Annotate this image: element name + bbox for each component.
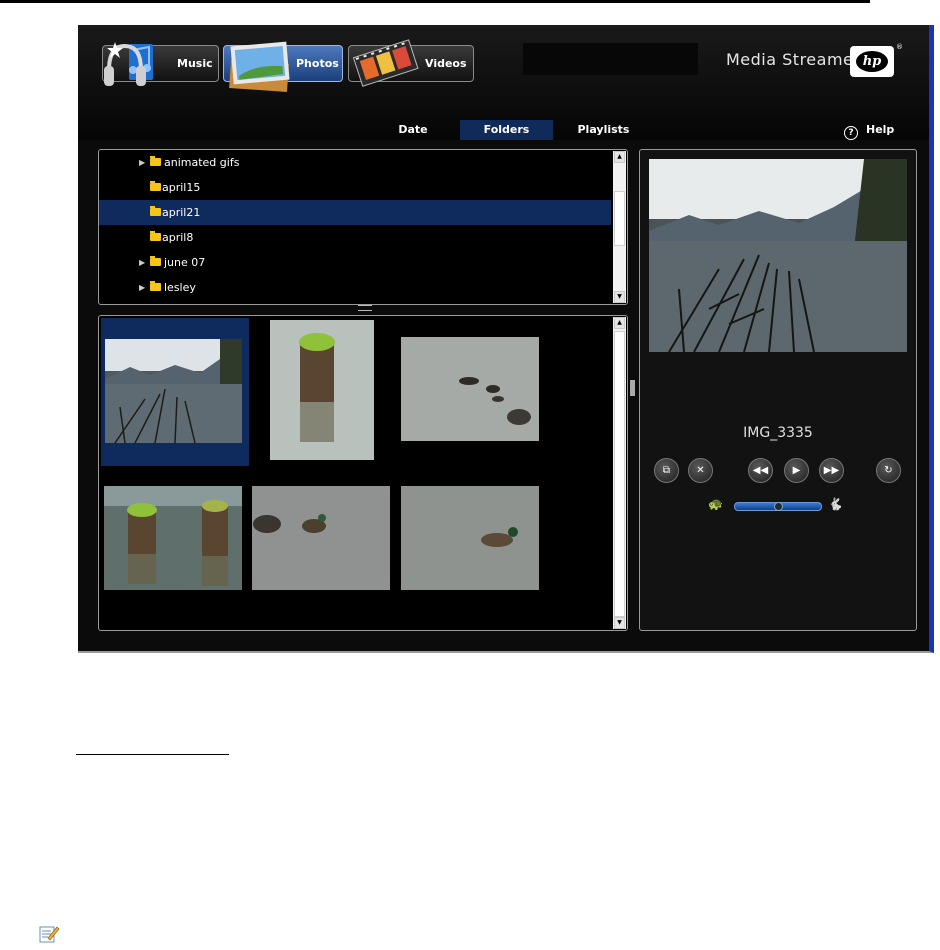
folder-name: june 07 bbox=[164, 256, 206, 269]
folder-row[interactable]: ▶ animated gifs bbox=[99, 150, 611, 175]
folder-name: lesley bbox=[164, 281, 196, 294]
mallard-photo bbox=[401, 486, 539, 590]
folder-row-selected[interactable]: april21 bbox=[99, 200, 611, 225]
fullscreen-button[interactable]: ✕ bbox=[688, 458, 713, 483]
folder-row[interactable]: ▶ june 07 bbox=[99, 250, 611, 275]
tab-photos-label: Photos bbox=[296, 57, 339, 70]
note-icon bbox=[39, 926, 60, 943]
photo-thumbnail[interactable] bbox=[104, 486, 242, 590]
folder-row[interactable]: april8 bbox=[99, 225, 611, 250]
photo-thumbnail[interactable] bbox=[252, 486, 390, 590]
preview-image bbox=[649, 159, 907, 352]
app-header: Music Photos Videos Media Streamer hp ® … bbox=[78, 25, 929, 140]
turtle-icon: 🐢 bbox=[708, 497, 723, 511]
ducks-photo bbox=[401, 337, 539, 441]
folder-icon bbox=[150, 156, 161, 166]
photo-thumbnail[interactable] bbox=[401, 337, 539, 441]
slideshow-button[interactable]: ⧉ bbox=[654, 458, 679, 483]
play-button[interactable]: ▶ bbox=[784, 458, 809, 483]
slideshow-icon: ⧉ bbox=[662, 465, 671, 476]
preview-panel bbox=[639, 149, 917, 631]
duck-swimming-photo bbox=[252, 486, 390, 590]
photo-thumbnail[interactable] bbox=[270, 320, 374, 460]
hp-logo-text: hp bbox=[856, 51, 888, 72]
photo-caption: IMG_3335 bbox=[743, 425, 813, 441]
folder-icon bbox=[150, 181, 161, 191]
fullscreen-icon: ✕ bbox=[696, 465, 705, 476]
tab-playlists[interactable]: Playlists bbox=[566, 120, 641, 140]
photo-thumbnail[interactable] bbox=[401, 486, 539, 590]
expand-arrow-icon[interactable]: ▶ bbox=[139, 275, 145, 300]
stump-photo bbox=[270, 320, 374, 460]
scroll-up-icon[interactable]: ▲ bbox=[614, 317, 625, 329]
tab-music-label: Music bbox=[177, 57, 213, 70]
thumbnail-scrollbar[interactable]: ▲ ▼ bbox=[613, 317, 626, 629]
scroll-down-icon[interactable]: ▼ bbox=[614, 617, 625, 629]
pane-resize-grip[interactable] bbox=[630, 380, 635, 396]
tab-folders[interactable]: Folders bbox=[460, 120, 553, 140]
rotate-icon: ↻ bbox=[884, 465, 893, 476]
help-button[interactable]: ? Help bbox=[844, 120, 894, 140]
help-label: Help bbox=[866, 123, 895, 136]
tab-videos[interactable]: Videos bbox=[348, 39, 474, 87]
fast-forward-icon: ▶▶ bbox=[823, 465, 840, 476]
folder-icon bbox=[150, 256, 161, 266]
speed-slider-knob[interactable] bbox=[774, 502, 783, 511]
tab-date[interactable]: Date bbox=[378, 120, 448, 140]
tab-music[interactable]: Music bbox=[102, 42, 219, 86]
registered-mark: ® bbox=[896, 43, 903, 51]
folder-name: animated gifs bbox=[164, 156, 240, 169]
thumbnail-grid-panel: ▲ ▼ bbox=[98, 315, 628, 631]
folder-name: april8 bbox=[162, 231, 194, 244]
photo-thumbnail-selected[interactable] bbox=[101, 318, 249, 466]
folder-tree-panel: ▶ animated gifs april15 april21 april8 ▶… bbox=[98, 149, 628, 305]
folder-row[interactable]: april15 bbox=[99, 175, 611, 200]
scrollbar-thumb[interactable] bbox=[614, 331, 625, 617]
help-icon: ? bbox=[844, 126, 858, 140]
speed-slider[interactable] bbox=[734, 502, 822, 511]
scroll-up-icon[interactable]: ▲ bbox=[614, 151, 625, 163]
rotate-button[interactable]: ↻ bbox=[876, 458, 901, 483]
scrollbar-thumb[interactable] bbox=[614, 191, 625, 246]
folder-scrollbar[interactable]: ▲ ▼ bbox=[613, 151, 626, 303]
rewind-icon: ◀◀ bbox=[752, 465, 769, 476]
lake-photo bbox=[105, 339, 242, 443]
rewind-button[interactable]: ◀◀ bbox=[748, 458, 773, 483]
photos-icon bbox=[229, 41, 290, 92]
folder-icon bbox=[150, 281, 161, 291]
app-brand-name: Media Streamer bbox=[726, 50, 861, 69]
pane-splitter-handle[interactable] bbox=[358, 305, 372, 311]
hp-logo: hp ® bbox=[850, 43, 903, 77]
film-icon bbox=[353, 39, 419, 87]
section-underline bbox=[76, 754, 229, 755]
tab-photos[interactable]: Photos bbox=[223, 41, 343, 92]
scroll-down-icon[interactable]: ▼ bbox=[614, 291, 625, 303]
rabbit-icon: 🐇 bbox=[828, 497, 843, 511]
two-stumps-photo bbox=[104, 486, 242, 590]
header-blank-area bbox=[523, 43, 698, 75]
expand-arrow-icon[interactable]: ▶ bbox=[139, 150, 145, 175]
folder-name: april15 bbox=[162, 181, 201, 194]
tab-videos-label: Videos bbox=[425, 57, 467, 70]
folder-row[interactable]: ▶ lesley bbox=[99, 275, 611, 300]
fast-forward-button[interactable]: ▶▶ bbox=[819, 458, 844, 483]
expand-arrow-icon[interactable]: ▶ bbox=[139, 250, 145, 275]
top-rule bbox=[0, 0, 870, 3]
folder-name: april21 bbox=[162, 206, 201, 219]
play-icon: ▶ bbox=[792, 465, 801, 476]
media-streamer-window: Music Photos Videos Media Streamer hp ® … bbox=[78, 25, 934, 653]
folder-icon bbox=[150, 206, 161, 216]
folder-icon bbox=[150, 231, 161, 241]
headphones-icon bbox=[104, 42, 153, 86]
